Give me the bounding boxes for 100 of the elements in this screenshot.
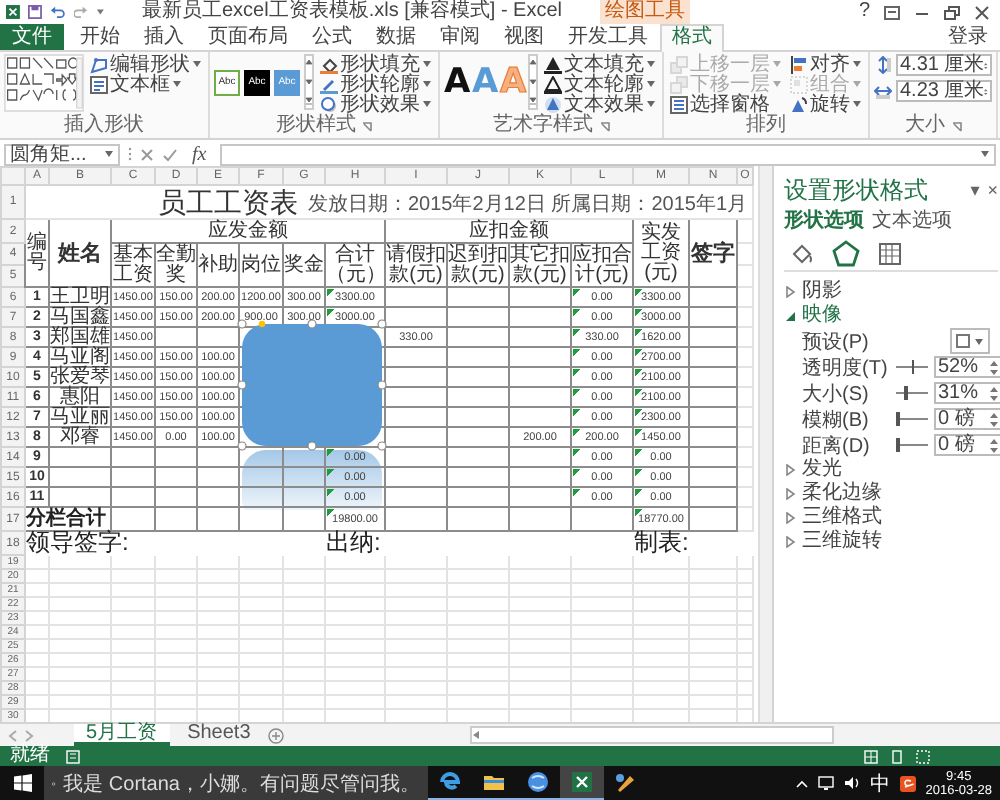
wordart-preset[interactable]: A (444, 62, 468, 102)
ribbon-display-icon[interactable] (884, 5, 900, 19)
expand-arrow-icon[interactable] (784, 512, 796, 524)
paint-palette-icon[interactable] (614, 771, 638, 795)
vertical-scrollbar[interactable] (758, 166, 772, 722)
paint-bucket-icon[interactable] (788, 240, 816, 268)
size-field[interactable]: 4.23 厘米 (896, 80, 992, 102)
ribbon-button[interactable]: 编辑形状 (88, 54, 204, 74)
add-sheet-icon[interactable] (268, 727, 285, 743)
section-header[interactable]: 三维格式 (802, 506, 882, 530)
restore-icon[interactable] (944, 5, 960, 19)
ribbon-tab[interactable]: 视图 (492, 24, 556, 50)
gallery-scroll-icon[interactable] (528, 54, 538, 110)
ribbon-tab[interactable]: 数据 (364, 24, 428, 50)
ribbon-button[interactable]: 文本轮廓 (542, 74, 658, 94)
close-icon[interactable] (974, 5, 990, 19)
ribbon-tab[interactable]: 开发工具 (556, 24, 660, 50)
page-layout-icon[interactable] (890, 749, 904, 763)
undo-icon[interactable] (49, 4, 66, 20)
dialog-launcher-icon[interactable] (362, 121, 372, 131)
expand-arrow-icon[interactable] (784, 536, 796, 548)
pane-tab[interactable]: 形状选项 (784, 210, 864, 234)
ribbon-button[interactable]: 对齐 (788, 54, 864, 74)
pane-tab[interactable]: 文本选项 (872, 210, 952, 234)
ribbon-button[interactable]: 形状填充 (318, 54, 434, 74)
customize-caret-icon[interactable] (95, 8, 105, 16)
close-button[interactable]: × (987, 180, 998, 200)
browser-e-icon[interactable] (438, 770, 462, 794)
globe-icon[interactable] (526, 770, 550, 794)
ribbon-tab[interactable]: 页面布局 (196, 24, 300, 50)
spin-icon (990, 411, 998, 427)
pentagon-icon[interactable] (832, 240, 860, 268)
ribbon-button[interactable]: 文本填充 (542, 54, 658, 74)
collapse-arrow-icon[interactable] (784, 310, 796, 322)
input-method-indicator[interactable]: 中 (869, 769, 890, 797)
ribbon-tab[interactable]: 格式 (660, 24, 724, 52)
ribbon-tab[interactable]: 开始 (68, 24, 132, 50)
preset-dropdown[interactable] (950, 328, 990, 354)
ribbon-button[interactable]: 文本框 (88, 74, 204, 94)
table-cell: 张爱琴 (49, 367, 111, 387)
volume-icon[interactable] (843, 776, 860, 790)
glow-triangle-icon (544, 95, 562, 113)
shapes-gallery[interactable] (4, 54, 84, 112)
value-field[interactable]: 31% (934, 382, 1000, 404)
spreadsheet-app-icon[interactable] (570, 770, 594, 794)
save-icon[interactable] (27, 4, 42, 20)
table-cell: 惠阳 (49, 387, 111, 407)
ribbon-button[interactable]: 形状轮廓 (318, 74, 434, 94)
size-grid-icon[interactable] (876, 240, 904, 268)
dialog-launcher-icon[interactable] (599, 121, 609, 131)
value-field[interactable]: 0 磅 (934, 408, 1000, 430)
network-icon[interactable] (817, 776, 834, 790)
sheet-tab[interactable]: Sheet3 (175, 724, 263, 746)
previous-sheet-icon[interactable] (8, 729, 18, 741)
search-box[interactable]: 我是 Cortana，小娜。有问题尽管问我。 (44, 766, 428, 800)
redo-icon[interactable] (73, 4, 88, 20)
file-tab[interactable]: 文件 (0, 24, 64, 50)
header-cell: 姓名 (49, 219, 111, 287)
scroll-left-icon[interactable] (472, 730, 481, 740)
pane-menu-button[interactable]: ▾ (970, 179, 980, 201)
page-break-icon[interactable] (916, 749, 930, 763)
section-header[interactable]: 映像 (802, 304, 842, 328)
section-header[interactable]: 柔化边缘 (802, 482, 882, 506)
insert-function-button[interactable]: fx (186, 143, 213, 165)
ribbon-button[interactable]: 旋转 (788, 94, 864, 114)
ribbon-button[interactable]: 文本效果 (542, 94, 658, 114)
value-field[interactable]: 0 磅 (934, 434, 1000, 456)
value-field[interactable]: 52% (934, 356, 1000, 378)
ribbon-tab[interactable]: 公式 (300, 24, 364, 50)
caret-icon (974, 337, 984, 345)
macro-record-icon[interactable] (66, 749, 80, 763)
enter-check-icon[interactable] (162, 147, 178, 161)
gallery-scroll-icon[interactable] (304, 54, 314, 110)
sign-in-link[interactable]: 登录 (948, 26, 1000, 50)
ribbon-tab[interactable]: 插入 (132, 24, 196, 50)
show-hidden-icon[interactable] (795, 779, 808, 787)
normal-view-icon[interactable] (864, 749, 878, 763)
input-tool-icon[interactable] (899, 775, 916, 791)
dialog-launcher-icon[interactable] (951, 121, 961, 131)
size-field[interactable]: 4.31 厘米 (896, 54, 992, 76)
cancel-icon[interactable] (140, 147, 154, 161)
expand-arrow-icon[interactable] (784, 488, 796, 500)
ribbon-button[interactable]: 形状效果 (318, 94, 434, 114)
rounded-rectangle-shape[interactable] (235, 317, 387, 451)
section-header[interactable]: 发光 (802, 458, 842, 482)
align-icon (790, 55, 808, 73)
section-header[interactable]: 阴影 (802, 280, 842, 304)
section-header[interactable]: 三维旋转 (802, 530, 882, 554)
ribbon-tab[interactable]: 审阅 (428, 24, 492, 50)
horizontal-scrollbar[interactable] (470, 726, 835, 744)
expand-arrow-icon[interactable] (784, 286, 796, 298)
next-sheet-icon[interactable] (24, 729, 34, 741)
ribbon-button[interactable]: 选择窗格 (668, 94, 784, 114)
edit-shape-icon (90, 55, 108, 73)
help-button[interactable]: ? (858, 0, 870, 24)
start-icon[interactable] (13, 774, 31, 792)
formula-input[interactable] (220, 143, 996, 165)
expand-arrow-icon[interactable] (784, 464, 796, 476)
folder-icon[interactable] (482, 770, 506, 794)
sheet-tab[interactable]: 5月工资 (74, 724, 170, 746)
